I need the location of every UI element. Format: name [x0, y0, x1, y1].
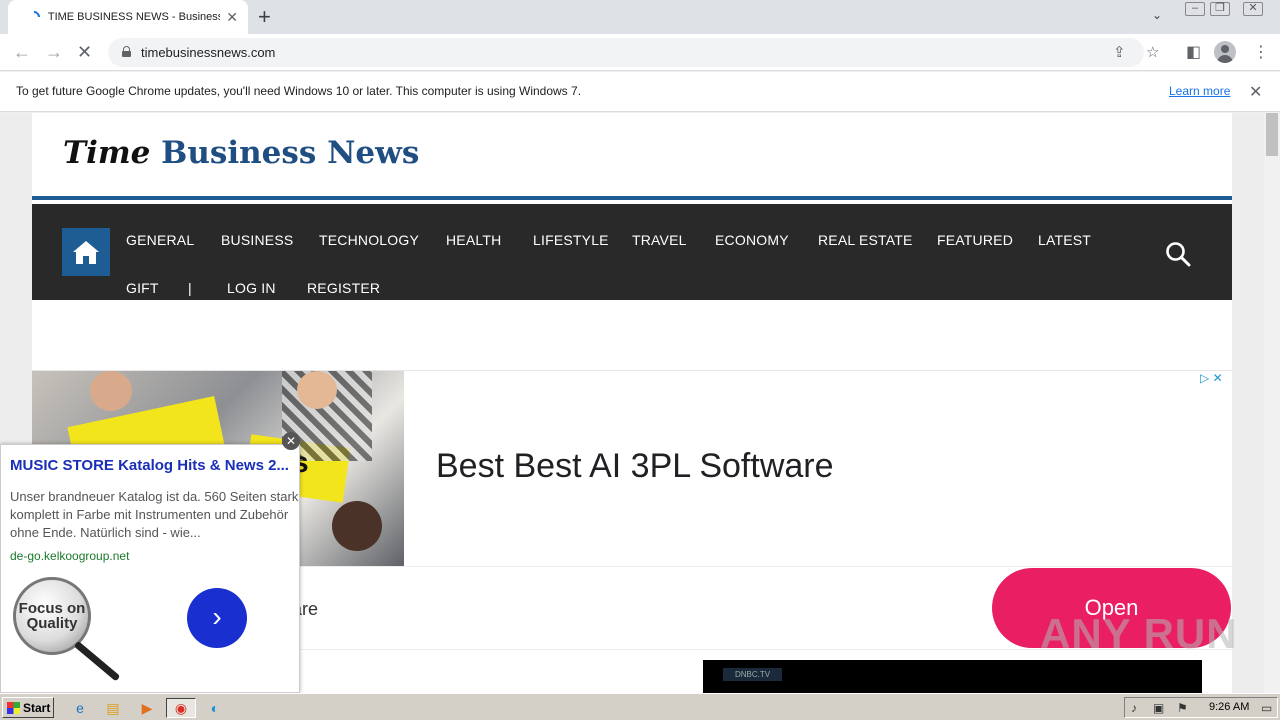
edge-icon[interactable]: ◐ [205, 698, 225, 718]
minimize-button[interactable]: – [1185, 2, 1205, 16]
browser-tab[interactable]: TIME BUSINESS NEWS - Business, Te ✕ [8, 0, 248, 34]
profile-avatar[interactable] [1214, 41, 1236, 63]
close-window-button[interactable]: ✕ [1243, 2, 1263, 16]
nav-health[interactable]: HEALTH [446, 232, 501, 248]
browser-toolbar: ← → ✕ timebusinessnews.com ⇪ ☆ ◧ ⋮ [0, 34, 1280, 71]
action-center-flag-icon[interactable]: ⚑ [1177, 701, 1188, 715]
nav-technology[interactable]: TECHNOLOGY [319, 232, 419, 248]
nav-log-in[interactable]: LOG IN [227, 280, 276, 296]
magnifier-handle [73, 640, 121, 682]
logo-word-business-news: Business News [161, 135, 420, 171]
update-infobar: To get future Google Chrome updates, you… [0, 72, 1280, 112]
masthead: Time Business News [32, 113, 1232, 200]
forward-arrow-icon[interactable]: → [45, 42, 63, 62]
popup-ad[interactable]: MUSIC STORE Katalog Hits & News 2... Uns… [0, 444, 300, 693]
main-navigation: GENERAL BUSINESS TECHNOLOGY HEALTH LIFES… [32, 204, 1232, 300]
nav-economy[interactable]: ECONOMY [715, 232, 789, 248]
menu-dots-icon[interactable]: ⋮ [1253, 42, 1269, 62]
volume-icon[interactable]: ♪ [1131, 701, 1137, 715]
bookmark-star-icon[interactable]: ☆ [1146, 43, 1159, 61]
anyrun-watermark: ANY RUN [1040, 610, 1238, 657]
windows-logo-icon [7, 701, 20, 714]
restore-button[interactable]: ❐ [1210, 2, 1230, 16]
tab-search-icon[interactable]: ⌄ [1152, 8, 1162, 22]
site-logo[interactable]: Time Business News [63, 135, 419, 171]
windows-taskbar: Start e ▤ ▶ ◉ ◐ ♪ ▣ ⚑ 9:26 AM ▭ [0, 693, 1280, 720]
nav-register[interactable]: REGISTER [307, 280, 380, 296]
nav-general[interactable]: GENERAL [126, 232, 194, 248]
search-icon[interactable] [1165, 241, 1191, 272]
learn-more-link[interactable]: Learn more [1169, 84, 1230, 98]
page-scrollbar[interactable] [1264, 113, 1280, 693]
ad-headline[interactable]: Best Best AI 3PL Software [436, 447, 834, 486]
popup-ad-title[interactable]: MUSIC STORE Katalog Hits & News 2... [10, 457, 289, 474]
internet-explorer-icon[interactable]: e [70, 698, 90, 718]
system-tray: ♪ ▣ ⚑ 9:26 AM ▭ [1124, 697, 1278, 718]
ad-spacer [32, 300, 1232, 370]
adchoices-icon[interactable]: ▷ ✕ [1200, 371, 1223, 385]
new-tab-button[interactable]: + [258, 4, 271, 30]
infobar-close-icon[interactable]: ✕ [1249, 82, 1262, 102]
video-channel-label: DNBC.TV [723, 668, 783, 681]
media-player-icon[interactable]: ▶ [137, 698, 157, 718]
nav-separator: | [188, 280, 192, 296]
url-text[interactable]: timebusinessnews.com [141, 45, 275, 60]
network-icon[interactable]: ▣ [1153, 701, 1164, 715]
taskbar-clock[interactable]: 9:26 AM [1209, 701, 1249, 713]
tab-close-icon[interactable]: ✕ [226, 9, 238, 26]
nav-lifestyle[interactable]: LIFESTYLE [533, 232, 609, 248]
start-button[interactable]: Start [2, 697, 54, 718]
share-icon[interactable]: ⇪ [1113, 43, 1126, 61]
infobar-message: To get future Google Chrome updates, you… [16, 84, 582, 98]
logo-word-time: Time [63, 135, 151, 171]
nav-featured[interactable]: FEATURED [937, 232, 1013, 248]
show-desktop-icon[interactable]: ▭ [1261, 701, 1272, 715]
popup-ad-url[interactable]: de-go.kelkoogroup.net [10, 549, 129, 563]
home-icon [73, 241, 99, 264]
file-explorer-icon[interactable]: ▤ [103, 698, 123, 718]
home-button[interactable] [62, 228, 110, 276]
tab-title: TIME BUSINESS NEWS - Business, Te [47, 11, 220, 23]
scrollbar-thumb[interactable] [1266, 113, 1278, 156]
stop-loading-icon[interactable]: ✕ [77, 42, 92, 62]
side-panel-icon[interactable]: ◧ [1186, 42, 1201, 62]
lock-icon[interactable] [122, 46, 131, 57]
nav-gift[interactable]: GIFT [126, 280, 159, 296]
badge-text: Focus on Quality [18, 600, 86, 632]
video-embed[interactable]: DNBC.TV [703, 660, 1202, 693]
nav-real-estate[interactable]: REAL ESTATE [818, 232, 913, 248]
popup-close-icon[interactable]: ✕ [282, 432, 300, 450]
popup-ad-description: Unser brandneuer Katalog ist da. 560 Sei… [10, 489, 300, 540]
nav-latest[interactable]: LATEST [1038, 232, 1091, 248]
address-bar[interactable]: timebusinessnews.com ⇪ ☆ [108, 38, 1159, 67]
nav-business[interactable]: BUSINESS [221, 232, 293, 248]
popup-go-button[interactable]: › [187, 588, 247, 648]
back-arrow-icon[interactable]: ← [13, 42, 31, 62]
start-label: Start [23, 700, 51, 715]
nav-travel[interactable]: TRAVEL [632, 232, 687, 248]
tab-strip: TIME BUSINESS NEWS - Business, Te ✕ + ⌄ … [0, 0, 1280, 34]
loading-spinner-icon [25, 8, 43, 26]
chrome-taskbar-icon[interactable]: ◉ [166, 698, 196, 718]
